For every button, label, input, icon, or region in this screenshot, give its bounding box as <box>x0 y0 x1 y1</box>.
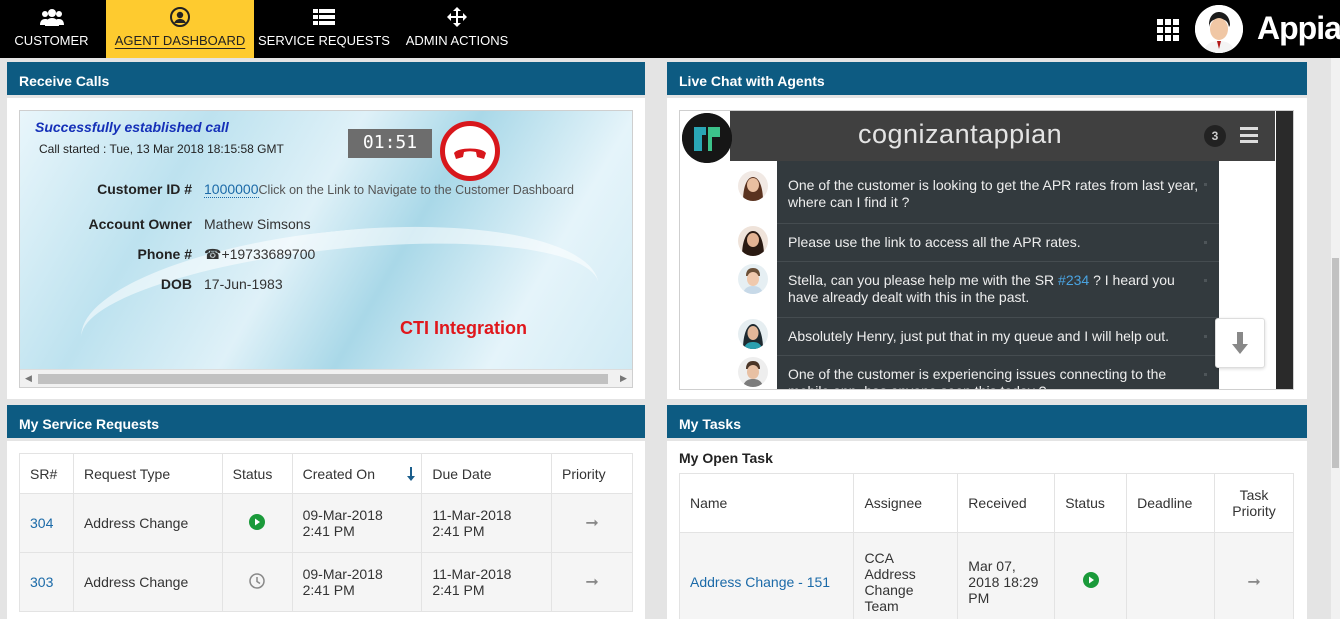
table-row: Address Change - 151 CCA Address Change … <box>678 532 1294 619</box>
avatar[interactable] <box>1195 5 1243 53</box>
table-row: 304 Address Change 09-Mar-2018 2:41 PM 11… <box>19 493 633 553</box>
chat-header: cognizantappian 3 <box>730 111 1275 161</box>
dob-value: 17-Jun-1983 <box>204 276 283 292</box>
call-timer: 01:51 <box>348 129 432 158</box>
chat-messages: One of the customer is looking to get th… <box>777 161 1219 389</box>
call-status: Successfully established call <box>35 119 229 135</box>
customer-id-link[interactable]: 1000000 <box>204 181 259 198</box>
call-started: Call started : Tue, 13 Mar 2018 18:15:58… <box>39 142 284 156</box>
service-requests-table: SR# Request Type Status Created On Due D… <box>19 453 633 612</box>
agent-avatar <box>738 264 768 294</box>
col-received[interactable]: Received <box>957 473 1056 533</box>
cti-integration-label: CTI Integration <box>400 318 527 338</box>
users-icon <box>0 7 103 27</box>
live-chat-panel: Live Chat with Agents cognizantappian 3 … <box>667 62 1307 399</box>
move-arrows-icon <box>398 7 516 27</box>
agent-avatar <box>738 357 768 387</box>
nav-agent-dashboard-label: AGENT DASHBOARD <box>114 33 246 48</box>
nav-customer-label: CUSTOMER <box>14 33 89 48</box>
sr-link[interactable]: 304 <box>30 515 53 531</box>
agent-avatar <box>738 226 768 256</box>
page-scrollbar[interactable] <box>1331 58 1340 619</box>
account-owner-value: Mathew Simsons <box>204 216 311 232</box>
customer-id-hint: Click on the Link to Navigate to the Cus… <box>258 183 574 197</box>
horizontal-scrollbar[interactable]: ◀ ▶ <box>20 369 632 387</box>
phone-hangup-icon <box>454 148 486 159</box>
sr-link[interactable]: #234 <box>1058 272 1089 288</box>
service-requests-title: My Service Requests <box>7 405 645 441</box>
col-request-type[interactable]: Request Type <box>72 453 223 494</box>
hamburger-menu-icon[interactable] <box>1240 127 1258 143</box>
col-assignee[interactable]: Assignee <box>853 473 959 533</box>
nav-service-requests[interactable]: SERVICE REQUESTS <box>258 0 390 58</box>
col-created-on[interactable]: Created On <box>291 453 423 494</box>
col-sr[interactable]: SR# <box>19 453 74 494</box>
scroll-down-button[interactable] <box>1215 318 1265 368</box>
task-link[interactable]: Address Change - 151 <box>690 574 830 590</box>
play-icon <box>1082 572 1099 588</box>
play-icon <box>249 513 266 530</box>
live-chat-title: Live Chat with Agents <box>667 62 1307 98</box>
tasks-table: Name Assignee Received Status Deadline T… <box>678 473 1294 619</box>
arrow-down-icon <box>1232 332 1248 354</box>
apps-grid-icon[interactable] <box>1157 19 1179 41</box>
agent-avatar <box>738 319 768 349</box>
phone-value: ☎+19733689700 <box>204 246 316 262</box>
nav-service-requests-label: SERVICE REQUESTS <box>258 33 390 48</box>
chat-message: Please use the link to access all the AP… <box>777 223 1219 261</box>
top-nav: CUSTOMER AGENT DASHBOARD SERVICE REQUEST… <box>0 0 1340 58</box>
scroll-right-icon[interactable]: ▶ <box>620 373 627 384</box>
customer-id-label: Customer ID # <box>97 181 192 197</box>
cti-call-widget: Successfully established call Call start… <box>19 110 633 388</box>
dob-label: DOB <box>160 276 192 292</box>
hangup-button[interactable] <box>440 121 500 181</box>
col-status[interactable]: Status <box>1054 473 1128 533</box>
table-header-row: SR# Request Type Status Created On Due D… <box>19 453 633 494</box>
open-task-subtitle: My Open Task <box>679 450 773 466</box>
chat-message: Stella, can you please help me with the … <box>777 261 1219 317</box>
table-row: 303 Address Change 09-Mar-2018 2:41 PM 11… <box>19 552 633 612</box>
col-priority[interactable]: Priority <box>551 453 633 494</box>
chat-logo-icon <box>682 113 732 163</box>
nav-agent-dashboard[interactable]: AGENT DASHBOARD <box>106 0 254 58</box>
arrow-right-icon: ➞ <box>585 574 599 591</box>
col-deadline[interactable]: Deadline <box>1126 473 1216 533</box>
sort-desc-icon <box>407 467 416 481</box>
tasks-title: My Tasks <box>667 405 1307 441</box>
agent-avatar <box>738 171 768 201</box>
col-due-date[interactable]: Due Date <box>421 453 553 494</box>
tasks-panel: My Tasks My Open Task Name Assignee Rece… <box>667 405 1307 619</box>
list-icon <box>258 7 390 27</box>
receive-calls-title: Receive Calls <box>7 62 645 98</box>
phone-label: Phone # <box>137 246 192 262</box>
receive-calls-panel: Receive Calls Successfully established c… <box>7 62 645 399</box>
chat-message: One of the customer is looking to get th… <box>777 161 1219 223</box>
clock-icon <box>249 572 265 589</box>
user-circle-icon <box>106 7 254 27</box>
col-name[interactable]: Name <box>678 473 855 533</box>
chat-count-badge: 3 <box>1204 125 1226 147</box>
nav-admin-actions-label: ADMIN ACTIONS <box>405 33 509 48</box>
nav-customer[interactable]: CUSTOMER <box>0 0 103 58</box>
chat-message: One of the customer is experiencing issu… <box>777 355 1219 389</box>
service-requests-panel: My Service Requests SR# Request Type Sta… <box>7 405 645 619</box>
nav-admin-actions[interactable]: ADMIN ACTIONS <box>398 0 516 58</box>
arrow-right-icon: ➞ <box>1247 573 1261 591</box>
col-status[interactable]: Status <box>221 453 293 494</box>
sr-link[interactable]: 303 <box>30 574 53 590</box>
arrow-right-icon: ➞ <box>585 515 599 532</box>
chat-title: cognizantappian <box>858 119 1063 149</box>
brand-logo: Appian <box>1257 10 1340 46</box>
chat-message: Absolutely Henry, just put that in my qu… <box>777 317 1219 355</box>
table-header-row: Name Assignee Received Status Deadline T… <box>678 473 1294 533</box>
account-owner-label: Account Owner <box>88 216 192 232</box>
col-task-priority[interactable]: Task Priority <box>1214 473 1294 533</box>
scroll-left-icon[interactable]: ◀ <box>25 373 32 384</box>
chat-window: cognizantappian 3 One of the customer is… <box>679 110 1294 390</box>
